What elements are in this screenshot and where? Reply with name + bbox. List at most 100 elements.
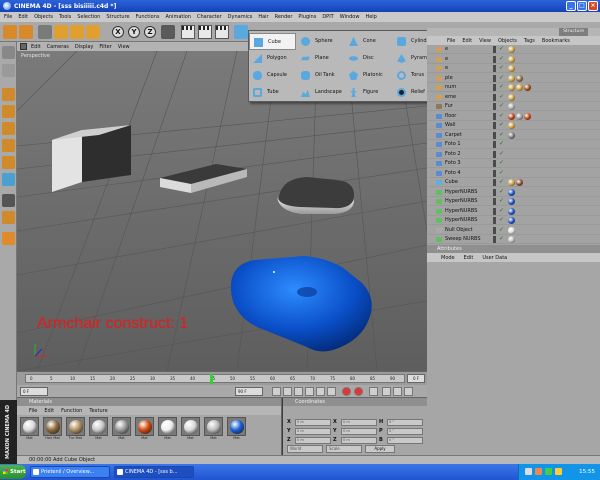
tray-volume-icon[interactable] [555,468,562,475]
menu-functions[interactable]: Functions [136,14,160,20]
menu-selection[interactable]: Selection [77,14,100,20]
rotation-h-field[interactable]: 0 ° [387,418,423,426]
menu-window[interactable]: Window [340,14,360,20]
enabled-check-icon[interactable]: ✓ [499,46,505,52]
enabled-check-icon[interactable]: ✓ [499,207,505,214]
goto-end-icon[interactable] [327,387,336,396]
primitive-plane[interactable]: Plane [297,50,344,67]
object-menu-edit[interactable]: Edit [462,38,472,44]
viewport-menu-view[interactable]: View [118,44,130,50]
menu-edit[interactable]: Edit [18,14,28,20]
rotation-key-icon[interactable] [404,387,413,396]
taskbar-item-browser[interactable]: Prietenii / Overview... [30,466,110,478]
visibility-dots-icon[interactable] [493,141,496,148]
object-row[interactable]: Wall ✓ [427,121,600,130]
size-x-field[interactable]: 0 m [341,418,377,426]
material-swatch[interactable]: Mat [111,417,132,442]
taskbar-item-cinema4d[interactable]: CINEMA 4D - [sss b... [114,466,194,478]
material-tag-icon[interactable] [508,198,515,205]
minimize-button[interactable]: _ [566,1,576,11]
enabled-check-icon[interactable]: ✓ [499,103,505,109]
size-z-field[interactable]: 0 m [341,436,377,444]
texture-axis-icon[interactable] [2,64,15,77]
material-tag-icon[interactable] [508,103,515,110]
object-row[interactable]: e ✓ [427,55,600,64]
x-axis-lock-button[interactable]: X [112,26,124,38]
visibility-dots-icon[interactable] [493,84,496,91]
material-swatch[interactable]: Mat [134,417,155,442]
start-frame-field[interactable]: 0 F [20,387,48,396]
object-row[interactable]: Foto 3 ✓ [427,159,600,168]
object-row[interactable]: HyperNURBS ✓ [427,188,600,197]
object-mode-icon[interactable] [2,105,15,118]
workplane-icon[interactable] [2,232,15,245]
make-editable-icon[interactable] [2,46,15,59]
viewport-menu-filter[interactable]: Filter [99,44,111,50]
polygons-mode-icon[interactable] [2,156,15,169]
position-z-field[interactable]: 0 m [295,436,331,444]
material-menu-function[interactable]: Function [61,408,82,414]
points-mode-icon[interactable] [2,122,15,135]
primitive-figure[interactable]: Figure [345,84,392,101]
object-row[interactable]: floor ✓ [427,112,600,121]
scale-key-icon[interactable] [393,387,402,396]
play-back-icon[interactable] [294,387,303,396]
enabled-check-icon[interactable]: ✓ [499,141,505,147]
material-swatch[interactable]: Mat [180,417,201,442]
object-row[interactable]: HyperNURBS ✓ [427,216,600,225]
position-y-field[interactable]: 0 m [295,427,331,435]
primitive-polygon[interactable]: Polygon [249,50,296,67]
material-tag-icon[interactable] [508,112,515,120]
menu-dynamics[interactable]: Dynamics [228,14,253,20]
apply-button[interactable]: Apply [365,445,395,453]
primitive-capsule[interactable]: Capsule [249,67,296,84]
visibility-dots-icon[interactable] [493,55,496,63]
material-tag-icon[interactable] [524,112,531,120]
material-tag-icon[interactable] [508,188,515,196]
material-swatch[interactable]: Mat [226,417,247,442]
menu-structure[interactable]: Structure [106,14,129,20]
visibility-dots-icon[interactable] [493,169,496,177]
enabled-check-icon[interactable]: ✓ [499,179,505,185]
tray-security-icon[interactable] [545,468,552,475]
primitives-cube-icon[interactable] [234,25,248,39]
coordinate-system-icon[interactable] [161,25,175,39]
material-swatch[interactable]: Mat [203,417,224,442]
move-icon[interactable] [54,25,68,39]
goto-start-icon[interactable] [272,387,281,396]
menu-character[interactable]: Character [197,14,222,20]
material-tag-icon[interactable] [508,74,515,82]
end-frame-field[interactable]: 90 F [235,387,263,396]
object-row[interactable]: Fur ✓ [427,102,600,111]
rotate-icon[interactable] [86,25,100,39]
material-swatch[interactable]: Mat [19,417,40,442]
step-forward-icon[interactable] [316,387,325,396]
object-row[interactable]: Sweep NURBS ✓ [427,235,600,244]
material-tag-icon[interactable] [508,84,515,91]
rotation-p-field[interactable]: 0 ° [387,427,423,435]
enabled-check-icon[interactable]: ✓ [499,112,505,119]
object-row[interactable]: Null Object ✓ [427,226,600,235]
coordinate-space-select[interactable]: World [287,445,323,453]
object-menu-bookmarks[interactable]: Bookmarks [542,38,570,44]
record-icon[interactable] [342,387,351,396]
menu-render[interactable]: Render [275,14,293,20]
material-menu-file[interactable]: File [29,408,37,414]
object-row[interactable]: Carpet ✓ [427,131,600,140]
enabled-check-icon[interactable]: ✓ [499,236,505,242]
viewport-menu-edit[interactable]: Edit [31,44,41,50]
visibility-dots-icon[interactable] [493,198,496,205]
material-tag-icon[interactable] [516,112,523,120]
position-x-field[interactable]: 0 m [295,418,331,426]
material-tag-icon[interactable] [508,226,515,234]
menu-hair[interactable]: Hair [258,14,268,20]
live-selection-icon[interactable] [38,25,52,39]
attribute-menu-mode[interactable]: Mode [441,255,455,261]
object-menu-file[interactable]: File [447,38,455,44]
animation-mode-icon[interactable] [2,194,15,207]
visibility-dots-icon[interactable] [493,131,496,139]
enabled-check-icon[interactable]: ✓ [499,122,505,128]
object-row[interactable]: HyperNURBS ✓ [427,197,600,206]
step-back-icon[interactable] [283,387,292,396]
primitive-platonic[interactable]: Platonic [345,67,392,84]
